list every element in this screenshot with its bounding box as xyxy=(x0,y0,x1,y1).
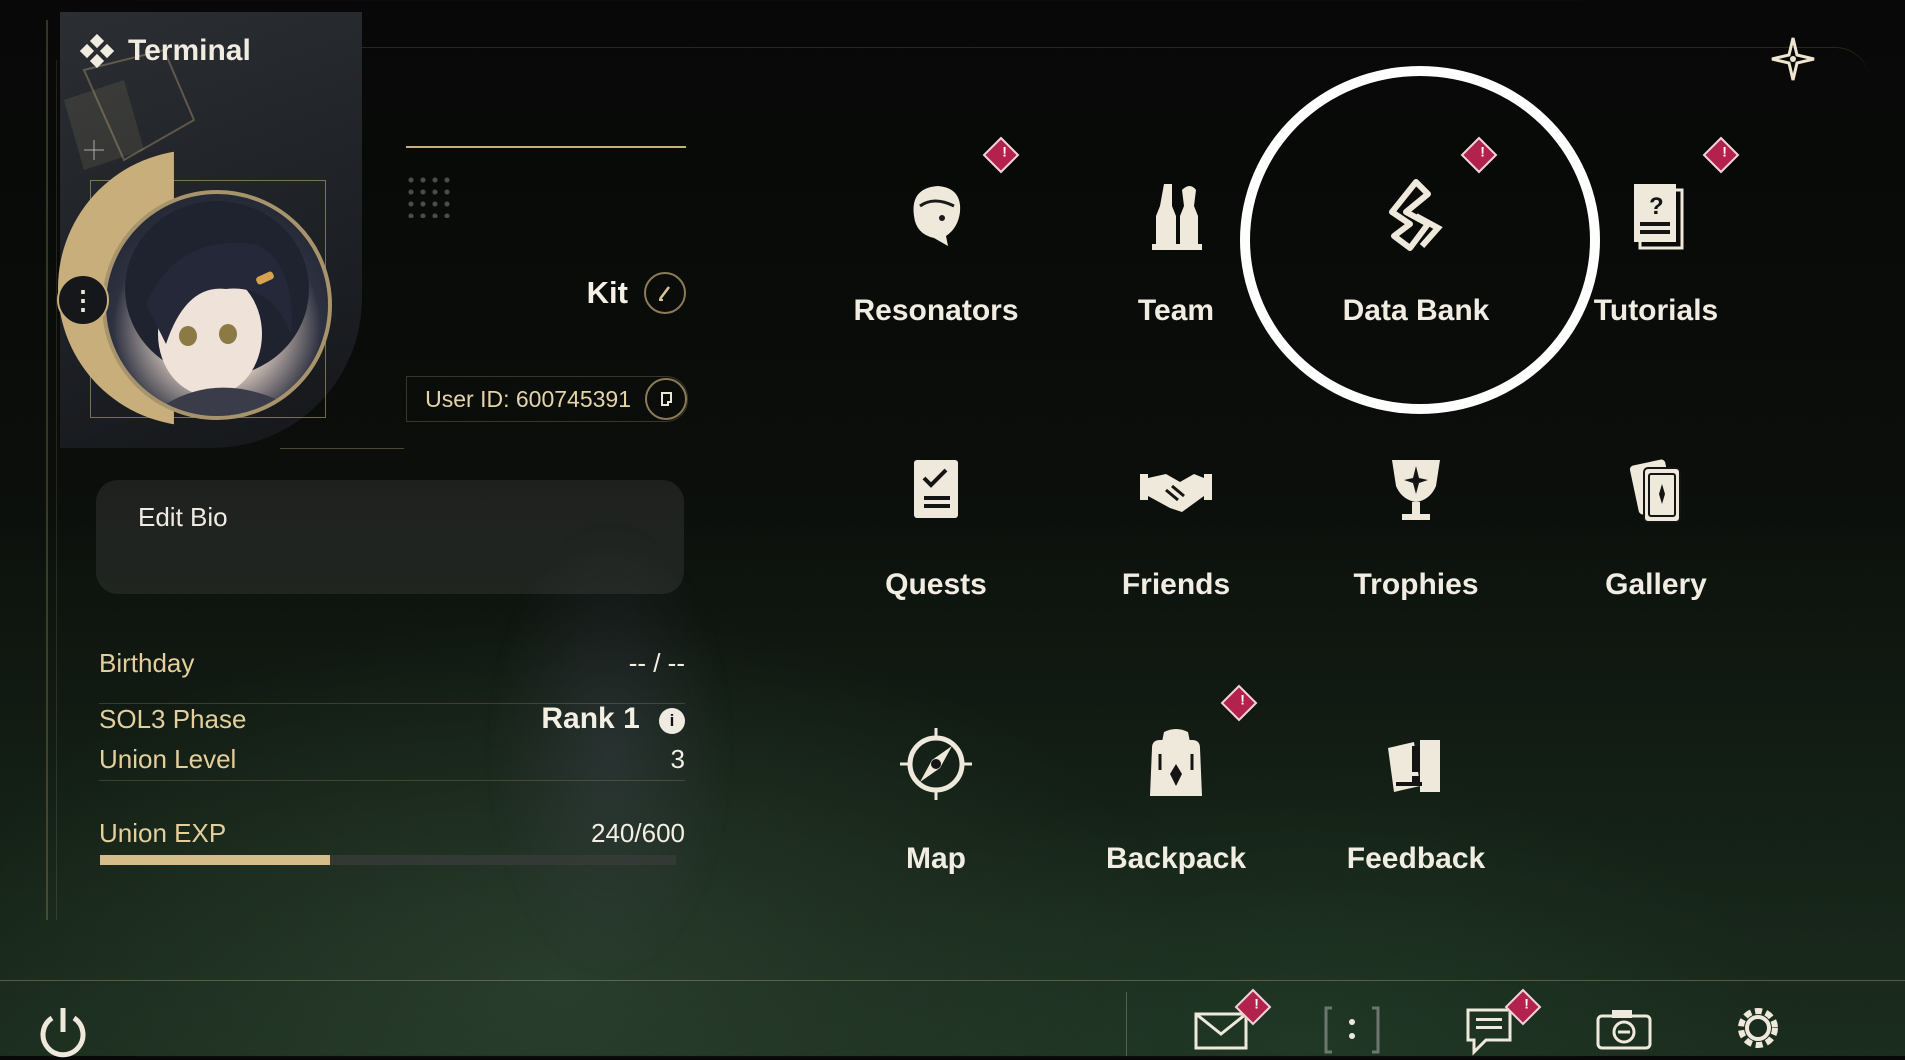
menu-label: Trophies xyxy=(1353,568,1479,601)
bio-field[interactable]: Edit Bio xyxy=(96,480,684,594)
svg-text:?: ? xyxy=(1649,193,1664,220)
handshake-icon xyxy=(1140,474,1212,512)
edit-name-button[interactable] xyxy=(644,272,686,314)
name-divider xyxy=(406,146,686,148)
menu-friends[interactable]: Friends xyxy=(1056,410,1296,640)
union-level-row: Union Level 3 xyxy=(99,744,685,775)
menu-label: Backpack xyxy=(1105,842,1247,875)
bracket-icon[interactable] xyxy=(1322,1000,1382,1056)
sol3-label: SOL3 Phase xyxy=(99,703,247,734)
pencil-icon xyxy=(659,286,670,301)
compass-icon xyxy=(900,728,972,800)
dot-grid-ornament xyxy=(405,174,453,218)
sol3-value: Rank 1 xyxy=(541,702,640,735)
sol3-phase-row: SOL3 Phase Rank 1 i xyxy=(99,702,685,736)
menu-backpack[interactable]: Backpack xyxy=(1056,684,1296,914)
settings-gear-icon[interactable] xyxy=(1728,1000,1788,1056)
tutorial-book-icon: ? xyxy=(1634,184,1684,250)
gallery-cards-icon xyxy=(1629,459,1681,523)
union-exp-label: Union EXP xyxy=(99,818,227,848)
birthday-label: Birthday xyxy=(99,648,195,678)
union-exp-value: 240/600 xyxy=(591,818,685,848)
menu-label: Map xyxy=(906,842,966,875)
avatar[interactable] xyxy=(102,190,332,420)
menu-gallery[interactable]: Gallery xyxy=(1536,410,1776,640)
terminal-logo-icon xyxy=(80,34,114,68)
header-divider xyxy=(310,47,1690,48)
menu-label: Gallery xyxy=(1605,568,1707,601)
highlight-ring xyxy=(1240,66,1600,414)
bottom-bar-separator xyxy=(1126,992,1127,1056)
union-exp-fill xyxy=(100,855,331,865)
menu-trophies[interactable]: Trophies xyxy=(1296,410,1536,640)
power-icon[interactable] xyxy=(36,1004,90,1058)
copy-user-id-button[interactable] xyxy=(645,378,687,420)
menu-quests[interactable]: Quests xyxy=(816,410,1056,640)
avatar-portrait-icon xyxy=(125,201,309,416)
app-title: Terminal xyxy=(80,34,251,68)
quest-checklist-icon xyxy=(914,460,958,518)
union-exp-row: Union EXP 240/600 xyxy=(99,818,685,849)
menu-label: Friends xyxy=(1121,568,1231,601)
stat-divider xyxy=(99,780,685,781)
menu-map[interactable]: Map xyxy=(816,684,1056,914)
team-chess-icon xyxy=(1152,184,1202,250)
camera-icon[interactable] xyxy=(1594,1000,1654,1056)
backpack-icon xyxy=(1150,729,1202,796)
app-title-text: Terminal xyxy=(128,34,251,67)
union-level-label: Union Level xyxy=(99,744,237,774)
bottom-bar-divider xyxy=(0,980,1905,981)
decorative-rail xyxy=(46,20,48,920)
menu-feedback[interactable]: Feedback xyxy=(1296,684,1536,914)
copy-icon xyxy=(661,392,672,406)
info-icon[interactable]: i xyxy=(659,708,685,735)
birthday-row: Birthday -- / -- xyxy=(99,648,685,679)
birthday-value: -- / -- xyxy=(628,648,685,678)
union-level-value: 3 xyxy=(670,744,685,774)
close-icon[interactable] xyxy=(1770,36,1816,82)
profile-more-button[interactable]: ⋮ xyxy=(57,274,109,326)
feedback-icon xyxy=(1388,740,1440,792)
player-name: Kit xyxy=(586,275,628,310)
user-id-text: User ID: 600745391 xyxy=(425,385,631,412)
menu-label: Resonators xyxy=(853,294,1019,327)
alert-badge-icon xyxy=(1702,136,1740,174)
menu-label: Quests xyxy=(885,568,987,601)
user-id-row: User ID: 600745391 xyxy=(406,376,688,422)
decorative-rail-inner xyxy=(56,60,57,920)
trophy-icon xyxy=(1392,460,1440,520)
bio-placeholder: Edit Bio xyxy=(138,502,228,532)
alert-badge-icon xyxy=(1220,684,1258,722)
menu-label: Feedback xyxy=(1346,842,1486,875)
menu-resonators[interactable]: Resonators xyxy=(816,136,1056,366)
player-name-row: Kit xyxy=(560,272,686,314)
union-exp-bar xyxy=(100,855,676,865)
profile-divider xyxy=(280,448,404,449)
resonator-head-icon xyxy=(913,186,961,246)
alert-badge-icon xyxy=(982,136,1020,174)
